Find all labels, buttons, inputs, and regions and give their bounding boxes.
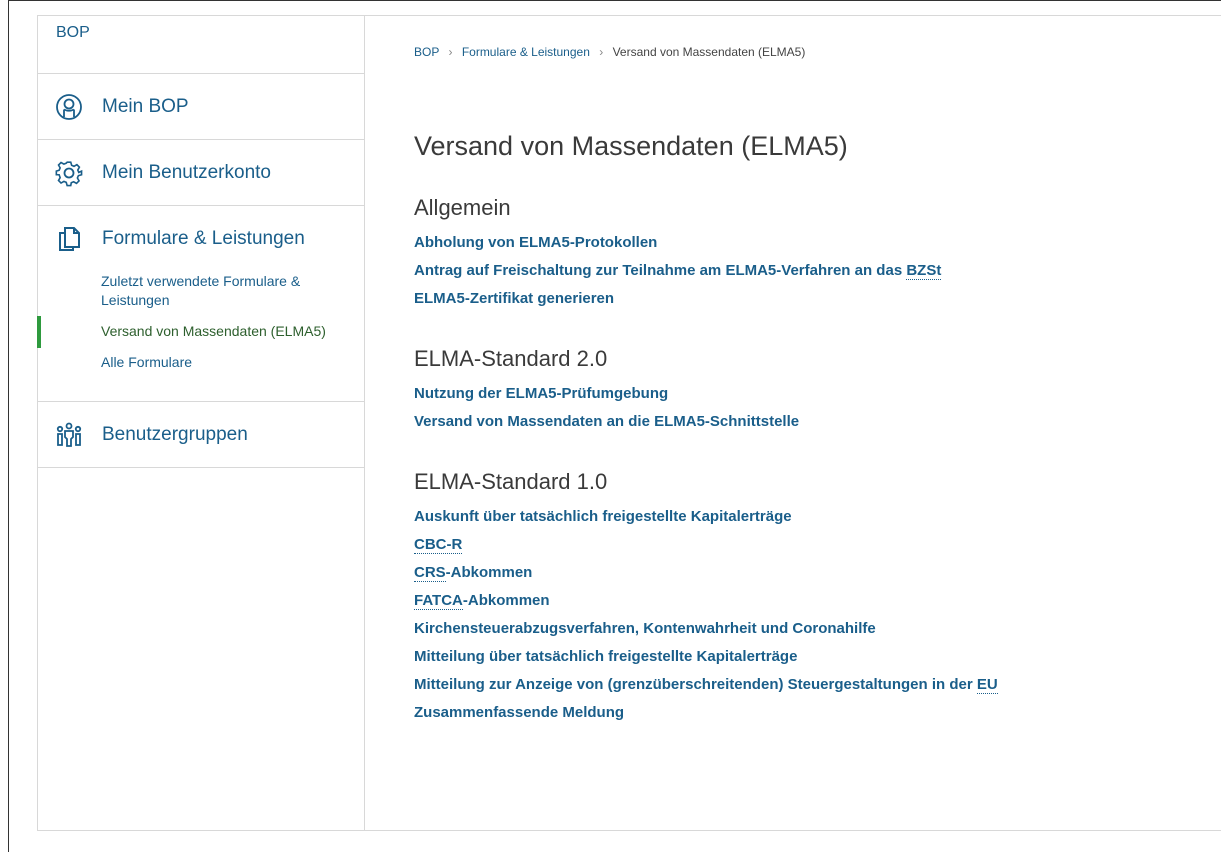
abbreviation-cbc-r: CBC-R	[414, 536, 463, 554]
link-versand-schnittstelle[interactable]: Versand von Massendaten an die ELMA5-Sch…	[414, 408, 1221, 436]
section-heading: ELMA-Standard 2.0	[414, 346, 608, 371]
sidebar-item-label: Benutzergruppen	[102, 423, 248, 445]
link-text: Antrag auf Freischaltung zur Teilnahme a…	[414, 262, 907, 279]
documents-icon	[54, 224, 84, 254]
page-title: Versand von Massendaten (ELMA5)	[414, 131, 848, 161]
gear-icon	[54, 158, 84, 188]
section-heading: ELMA-Standard 1.0	[414, 469, 608, 494]
breadcrumb-separator: ›	[599, 45, 604, 59]
sidebar-item-formulare[interactable]: Formulare & Leistungen	[38, 206, 364, 272]
section-heading: Allgemein	[414, 195, 511, 220]
sidebar-group-formulare: Formulare & Leistungen Zuletzt verwendet…	[37, 206, 364, 402]
subnav-item-versand-massendaten[interactable]: Versand von Massendaten (ELMA5)	[37, 316, 364, 348]
link-abholung-protokolle[interactable]: Abholung von ELMA5-Protokollen	[414, 229, 1221, 257]
link-zusammenfassende-meldung[interactable]: Zusammenfassende Meldung	[414, 699, 1221, 727]
sidebar-item-label: Formulare & Leistungen	[102, 228, 305, 249]
link-text: Mitteilung zur Anzeige von (grenzübersch…	[414, 676, 977, 693]
breadcrumb-separator: ›	[448, 45, 453, 59]
link-text: -Abkommen	[445, 564, 533, 581]
link-list: Auskunft über tatsächlich freigestellte …	[414, 503, 1221, 727]
link-antrag-freischaltung[interactable]: Antrag auf Freischaltung zur Teilnahme a…	[414, 257, 1221, 285]
abbreviation-eu: EU	[976, 676, 998, 694]
link-auskunft-kapitalertraege[interactable]: Auskunft über tatsächlich freigestellte …	[414, 503, 1221, 531]
sidebar-item-benutzerkonto[interactable]: Mein Benutzerkonto	[38, 140, 364, 206]
abbreviation-crs: CRS	[414, 564, 446, 582]
link-kirchensteuer[interactable]: Kirchensteuerabzugsverfahren, Kontenwahr…	[414, 615, 1221, 643]
abbreviation-fatca: FATCA	[414, 592, 463, 610]
sidebar-home-link[interactable]: BOP	[38, 16, 364, 74]
sidebar-item-label: Mein Benutzerkonto	[102, 161, 271, 183]
abbreviation-bzst: BZSt	[906, 262, 942, 280]
main-content: BOP › Formulare & Leistungen › Versand v…	[414, 16, 1221, 727]
section-elma-standard-1: ELMA-Standard 1.0 Auskunft über tatsächl…	[414, 469, 1221, 727]
link-mitteilung-kapitalertraege[interactable]: Mitteilung über tatsächlich freigestellt…	[414, 643, 1221, 671]
page-panel: BOP Mein BOP Mein Benutzerkonto Formular…	[37, 15, 1221, 831]
link-steuergestaltungen[interactable]: Mitteilung zur Anzeige von (grenzübersch…	[414, 671, 1221, 699]
link-cbc-r[interactable]: CBC-R	[414, 531, 1221, 559]
user-circle-icon	[54, 92, 84, 122]
link-text: -Abkommen	[462, 592, 550, 609]
sidebar-item-label: Mein BOP	[102, 95, 189, 117]
link-zertifikat-generieren[interactable]: ELMA5-Zertifikat generieren	[414, 285, 1221, 313]
breadcrumb-link-bop[interactable]: BOP	[414, 45, 439, 59]
sidebar-subnav: Zuletzt verwendete Formulare & Leistunge…	[37, 272, 364, 372]
link-list: Nutzung der ELMA5-Prüfumgebung Versand v…	[414, 380, 1221, 436]
user-group-icon	[54, 420, 84, 450]
breadcrumb-link-formulare[interactable]: Formulare & Leistungen	[462, 45, 590, 59]
link-pruefumgebung[interactable]: Nutzung der ELMA5-Prüfumgebung	[414, 380, 1221, 408]
subnav-item-zuletzt-verwendet[interactable]: Zuletzt verwendete Formulare & Leistunge…	[38, 272, 364, 310]
sidebar-item-mein-bop[interactable]: Mein BOP	[38, 74, 364, 140]
section-elma-standard-2: ELMA-Standard 2.0 Nutzung der ELMA5-Prüf…	[414, 346, 1221, 436]
subnav-item-alle-formulare[interactable]: Alle Formulare	[38, 353, 364, 372]
link-list: Abholung von ELMA5-Protokollen Antrag au…	[414, 229, 1221, 313]
section-allgemein: Allgemein Abholung von ELMA5-Protokollen…	[414, 195, 1221, 313]
link-fatca-abkommen[interactable]: FATCA-Abkommen	[414, 587, 1221, 615]
breadcrumb-current: Versand von Massendaten (ELMA5)	[612, 45, 806, 59]
sidebar: BOP Mein BOP Mein Benutzerkonto Formular…	[37, 16, 365, 830]
sidebar-item-benutzergruppen[interactable]: Benutzergruppen	[38, 402, 364, 468]
link-crs-abkommen[interactable]: CRS-Abkommen	[414, 559, 1221, 587]
breadcrumb: BOP › Formulare & Leistungen › Versand v…	[414, 45, 1221, 59]
